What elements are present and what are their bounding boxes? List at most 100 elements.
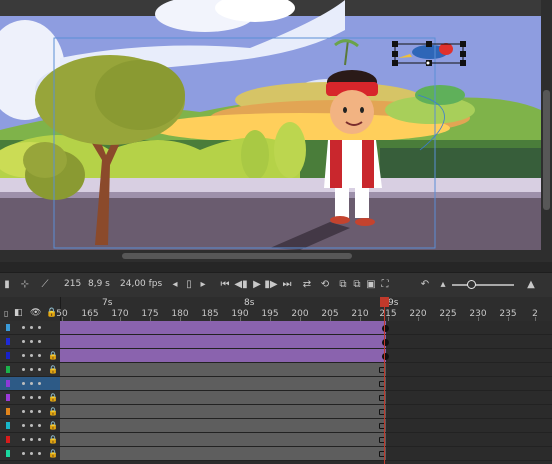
layer-toggle-dot[interactable] [30, 438, 33, 441]
layer-row[interactable]: 🔒 [0, 349, 552, 363]
zoom-slider-knob[interactable] [467, 280, 476, 289]
onion-outline-icon[interactable]: ⧉ [350, 278, 364, 292]
layer-row[interactable]: 🔒 [0, 433, 552, 447]
playhead-marker-icon[interactable]: ▯ [182, 278, 196, 292]
graph-icon[interactable]: ⟋ [38, 278, 52, 292]
layer-color-swatch[interactable] [6, 422, 10, 429]
layer-frames[interactable] [60, 433, 386, 446]
layer-controls[interactable] [0, 335, 61, 348]
onion-skin-icon[interactable]: ⧉ [336, 278, 350, 292]
modify-markers-icon[interactable]: ⛶ [378, 278, 392, 292]
play-icon[interactable]: ▶ [250, 278, 264, 292]
layer-controls[interactable]: 🔒 [0, 363, 61, 376]
layer-color-swatch[interactable] [6, 338, 10, 345]
layer-toggle-dot[interactable] [30, 424, 33, 427]
timeline-ruler[interactable]: ▯ ◧ 👁 🔒 7s 8s 9s 50 165 170 175 180 185 190 195… [0, 297, 552, 322]
playhead[interactable] [384, 297, 385, 464]
layer-toggle-dot[interactable] [38, 368, 41, 371]
lock-icon[interactable]: 🔒 [48, 393, 58, 402]
visibility-icon[interactable]: 👁 [30, 308, 41, 318]
layer-toggle-dot[interactable] [38, 452, 41, 455]
layer-toggle-dot[interactable] [38, 424, 41, 427]
layer-toggle-dot[interactable] [38, 410, 41, 413]
layer-controls[interactable]: 🔒 [0, 405, 61, 418]
lock-icon[interactable]: 🔒 [48, 421, 58, 430]
layer-toggle-dot[interactable] [38, 438, 41, 441]
horizontal-scroll-thumb[interactable] [122, 253, 352, 259]
zoom-in-icon[interactable]: ▲ [524, 278, 538, 292]
sync-icon[interactable]: ⟲ [318, 278, 332, 292]
layer-color-swatch[interactable] [6, 380, 10, 387]
layer-toggle-dot[interactable] [30, 354, 33, 357]
layer-toggle-dot[interactable] [22, 326, 25, 329]
layer-color-swatch[interactable] [6, 394, 10, 401]
layer-toggle-dot[interactable] [22, 396, 25, 399]
layer-toggle-dot[interactable] [38, 382, 41, 385]
edit-multiple-icon[interactable]: ▣ [364, 278, 378, 292]
outline-icon[interactable]: ▯ [4, 309, 8, 318]
panel-divider[interactable] [0, 262, 552, 272]
zoom-out-icon[interactable]: ▴ [436, 278, 450, 292]
layer-toggle-dot[interactable] [22, 410, 25, 413]
layer-toggle-dot[interactable] [38, 396, 41, 399]
lock-icon[interactable]: 🔒 [48, 407, 58, 416]
zoom-slider-track[interactable] [452, 284, 514, 286]
frame-rate[interactable]: 24,00 fps [120, 279, 162, 289]
layer-controls[interactable] [0, 321, 61, 334]
layer-toggle-dot[interactable] [30, 368, 33, 371]
layer-frames[interactable] [60, 363, 386, 376]
layer-row[interactable] [0, 335, 552, 349]
layer-toggle-dot[interactable] [22, 424, 25, 427]
play-small-icon[interactable]: ▸ [196, 278, 210, 292]
lock-icon[interactable]: 🔒 [48, 435, 58, 444]
layer-controls[interactable] [0, 377, 61, 390]
step-forward-icon[interactable]: ▮▶ [264, 278, 278, 292]
layer-row[interactable]: 🔒 [0, 391, 552, 405]
layer-toggle-dot[interactable] [30, 452, 33, 455]
layer-toggle-dot[interactable] [38, 340, 41, 343]
layer-controls[interactable]: 🔒 [0, 433, 61, 446]
layer-color-swatch[interactable] [6, 324, 10, 331]
layer-row[interactable]: 🔒 [0, 363, 552, 377]
camera-icon[interactable]: ▮ [0, 278, 14, 292]
vertical-scrollbar[interactable] [541, 0, 552, 262]
camera-layer-icon[interactable]: ◧ [14, 308, 23, 318]
layer-toggle-dot[interactable] [30, 382, 33, 385]
layer-frames[interactable] [60, 349, 386, 362]
last-frame-icon[interactable]: ⏭ [280, 278, 294, 292]
layer-row[interactable]: 🔒 [0, 447, 552, 461]
layer-frames[interactable] [60, 321, 386, 334]
layer-toggle-dot[interactable] [22, 438, 25, 441]
layer-color-swatch[interactable] [6, 436, 10, 443]
center-frame-icon[interactable]: ◂ [168, 278, 182, 292]
layer-color-swatch[interactable] [6, 366, 10, 373]
layer-controls[interactable]: 🔒 [0, 419, 61, 432]
layer-toggle-dot[interactable] [30, 326, 33, 329]
current-time[interactable]: 8,9 s [88, 279, 110, 289]
layer-toggle-dot[interactable] [30, 396, 33, 399]
layer-toggle-dot[interactable] [22, 382, 25, 385]
stage-scene[interactable] [0, 0, 541, 250]
stage-area[interactable] [0, 0, 552, 262]
layer-color-swatch[interactable] [6, 450, 10, 457]
layer-toggle-dot[interactable] [30, 410, 33, 413]
layer-parent-icon[interactable]: ⊹ [18, 278, 32, 292]
layer-toggle-dot[interactable] [22, 354, 25, 357]
layer-color-swatch[interactable] [6, 408, 10, 415]
horizontal-scrollbar[interactable] [0, 250, 541, 262]
layer-frames[interactable] [60, 447, 386, 460]
step-back-icon[interactable]: ◀▮ [234, 278, 248, 292]
layer-row[interactable] [0, 377, 552, 391]
layer-color-swatch[interactable] [6, 352, 10, 359]
layer-frames[interactable] [60, 405, 386, 418]
vertical-scroll-thumb[interactable] [543, 90, 550, 210]
first-frame-icon[interactable]: ⏮ [218, 278, 232, 292]
lock-icon[interactable]: 🔒 [48, 365, 58, 374]
layer-frames[interactable] [60, 377, 386, 390]
layer-controls[interactable]: 🔒 [0, 349, 61, 362]
layer-toggle-dot[interactable] [22, 368, 25, 371]
layer-toggle-dot[interactable] [38, 354, 41, 357]
layer-toggle-dot[interactable] [22, 452, 25, 455]
lock-icon[interactable]: 🔒 [48, 449, 58, 458]
undo-zoom-icon[interactable]: ↶ [418, 278, 432, 292]
